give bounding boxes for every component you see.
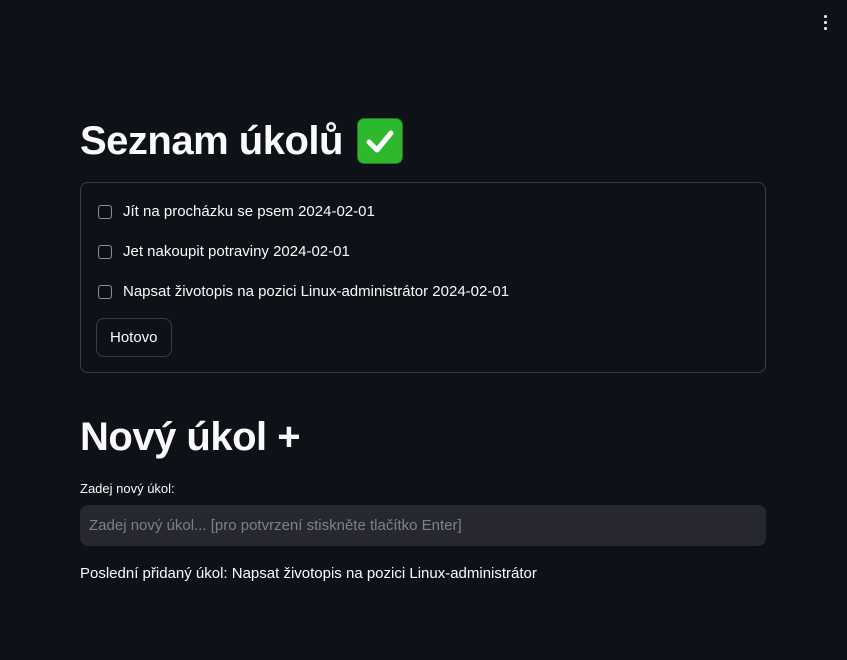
new-task-title: Nový úkol + <box>80 415 301 459</box>
done-button[interactable]: Hotovo <box>96 318 172 357</box>
vertical-ellipsis-icon <box>823 14 827 18</box>
task-label: Jet nakoupit potraviny 2024-02-01 <box>123 243 350 260</box>
task-checkbox-item[interactable]: Napsat životopis na pozici Linux-adminis… <box>98 283 509 300</box>
new-task-input[interactable] <box>80 505 766 546</box>
vertical-ellipsis-icon <box>823 20 827 24</box>
new-task-input-label: Zadej nový úkol: <box>80 481 175 496</box>
task-checkbox[interactable] <box>98 204 112 219</box>
task-checkbox-item[interactable]: Jet nakoupit potraviny 2024-02-01 <box>98 243 350 260</box>
todo-list-title: Seznam úkolů <box>80 119 343 163</box>
todo-form: Jít na procházku se psem 2024-02-01 Jet … <box>80 182 766 373</box>
main-menu-button[interactable] <box>817 10 833 34</box>
app-root: Seznam úkolů Jít na procházku se psem 20… <box>0 0 847 660</box>
task-label: Jít na procházku se psem 2024-02-01 <box>123 203 375 220</box>
vertical-ellipsis-icon <box>823 26 827 30</box>
task-checkbox-item[interactable]: Jít na procházku se psem 2024-02-01 <box>98 203 375 220</box>
check-mark-button-icon <box>356 118 403 164</box>
todo-title-row: Seznam úkolů <box>80 115 403 167</box>
task-checkbox[interactable] <box>98 244 112 259</box>
last-added-task-text: Poslední přidaný úkol: Napsat životopis … <box>80 565 537 582</box>
task-checkbox[interactable] <box>98 284 112 299</box>
task-label: Napsat životopis na pozici Linux-adminis… <box>123 283 510 300</box>
